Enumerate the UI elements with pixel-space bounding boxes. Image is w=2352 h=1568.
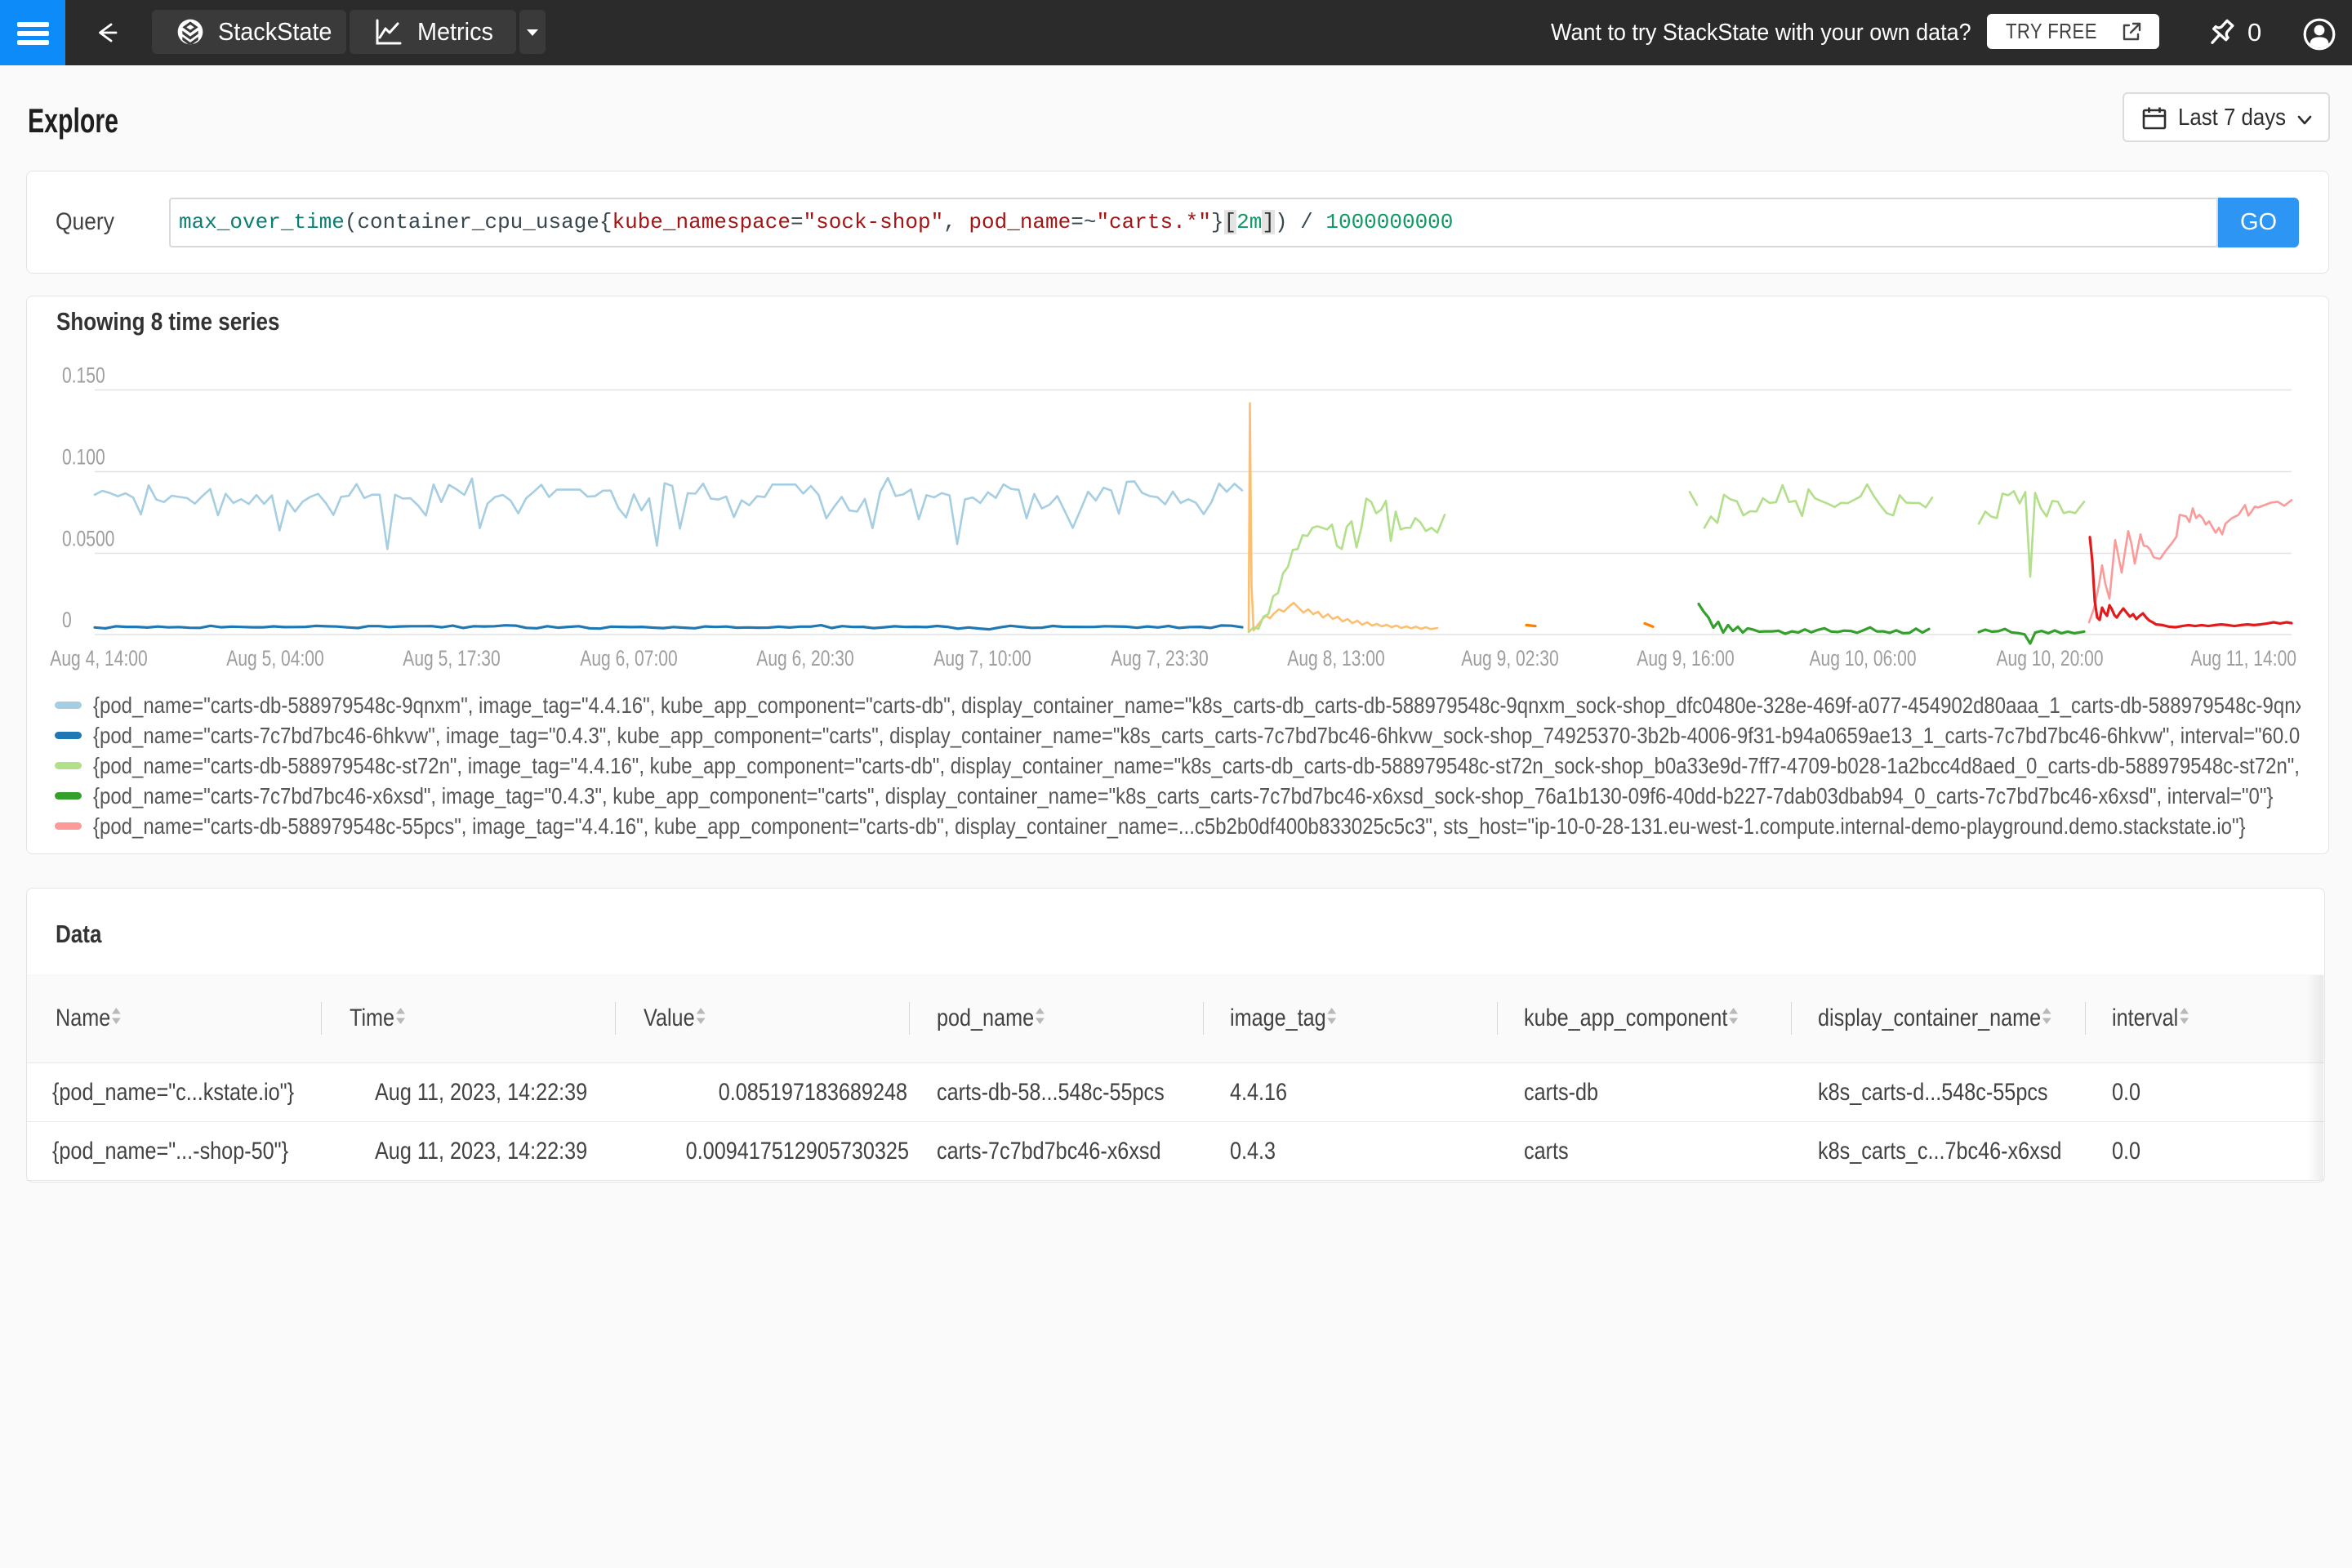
svg-text:Aug 6, 07:00: Aug 6, 07:00 <box>580 647 677 671</box>
svg-text:Aug 5, 17:30: Aug 5, 17:30 <box>403 647 500 671</box>
svg-text:Aug 9, 02:30: Aug 9, 02:30 <box>1461 647 1558 671</box>
svg-text:Aug 10, 06:00: Aug 10, 06:00 <box>1809 647 1916 671</box>
svg-text:Aug 10, 20:00: Aug 10, 20:00 <box>1996 647 2103 671</box>
svg-text:Aug 4, 14:00: Aug 4, 14:00 <box>50 647 147 671</box>
svg-text:Aug 9, 16:00: Aug 9, 16:00 <box>1637 647 1734 671</box>
svg-text:Aug 8, 13:00: Aug 8, 13:00 <box>1287 647 1384 671</box>
svg-text:0: 0 <box>62 608 72 633</box>
svg-text:0.100: 0.100 <box>62 445 105 470</box>
svg-text:0.150: 0.150 <box>62 363 105 388</box>
svg-text:Aug 6, 20:30: Aug 6, 20:30 <box>756 647 853 671</box>
svg-text:Aug 7, 10:00: Aug 7, 10:00 <box>933 647 1031 671</box>
svg-text:0.0500: 0.0500 <box>62 527 114 551</box>
svg-text:Aug 11, 14:00: Aug 11, 14:00 <box>2190 647 2296 671</box>
svg-text:Aug 5, 04:00: Aug 5, 04:00 <box>226 647 323 671</box>
svg-text:Aug 7, 23:30: Aug 7, 23:30 <box>1111 647 1208 671</box>
